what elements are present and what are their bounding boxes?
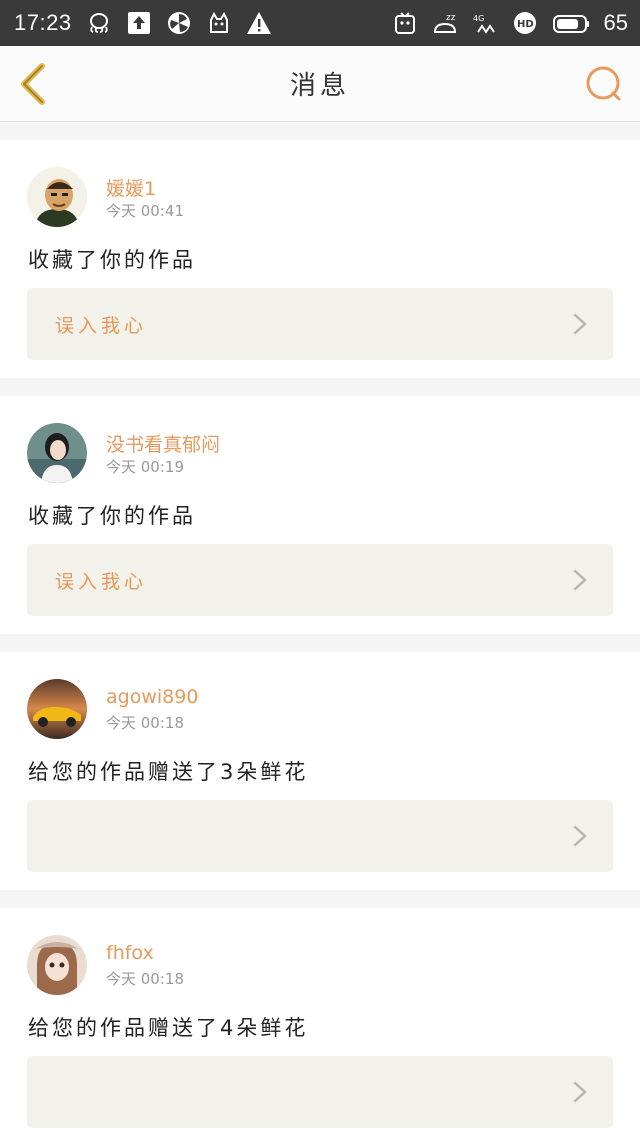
chevron-right-icon: [573, 569, 587, 591]
sleep-icon: zz: [432, 10, 458, 36]
chevron-right-icon: [573, 825, 587, 847]
username[interactable]: 媛媛1: [106, 174, 156, 201]
battery-level: 65: [603, 10, 628, 35]
message-card: fhfox 今天 00:18 给您的作品赠送了4朵鲜花: [0, 908, 640, 1138]
message-action: 给您的作品赠送了3朵鲜花: [28, 760, 309, 784]
status-right: zz 4G HD 65: [392, 10, 628, 36]
work-title: 误入我心: [55, 571, 148, 593]
timestamp: 今天 00:18: [106, 714, 184, 732]
username[interactable]: fhfox: [106, 942, 154, 964]
message-card: 没书看真郁闷 今天 00:19 收藏了你的作品 误入我心: [0, 396, 640, 634]
svg-text:zz: zz: [446, 13, 456, 23]
work-link[interactable]: 误入我心: [27, 288, 613, 360]
circle-app-icon: [166, 10, 192, 36]
status-bar: 17:23 zz 4G HD 65: [0, 0, 640, 46]
message-action: 给您的作品赠送了4朵鲜花: [28, 1016, 309, 1040]
svg-text:4G: 4G: [473, 14, 484, 23]
back-button[interactable]: [14, 60, 54, 108]
status-time: 17:23: [14, 10, 72, 35]
warning-icon: [246, 10, 272, 36]
battery-icon: [552, 10, 590, 36]
username[interactable]: agowi890: [106, 686, 198, 708]
svg-text:HD: HD: [517, 19, 534, 30]
message-card: agowi890 今天 00:18 给您的作品赠送了3朵鲜花: [0, 652, 640, 890]
back-chevron-icon: [21, 63, 45, 105]
message-action: 收藏了你的作品: [28, 248, 196, 272]
status-left: 17:23: [14, 10, 272, 36]
doll-avatar[interactable]: [27, 935, 87, 995]
hd-icon: HD: [512, 10, 538, 36]
girl-photo-avatar[interactable]: [27, 423, 87, 483]
message-card: 媛媛1 今天 00:41 收藏了你的作品 误入我心: [0, 140, 640, 378]
work-link[interactable]: 误入我心: [27, 544, 613, 616]
message-list: 媛媛1 今天 00:41 收藏了你的作品 误入我心 没书看真郁闷 今天 00:1…: [0, 140, 640, 1138]
work-link[interactable]: [27, 800, 613, 872]
cat-icon: [206, 10, 232, 36]
nav-bar: 消息: [0, 46, 640, 122]
username[interactable]: 没书看真郁闷: [106, 430, 220, 457]
timestamp: 今天 00:41: [106, 202, 184, 220]
cartoon-man-avatar[interactable]: [27, 167, 87, 227]
upload-icon: [126, 10, 152, 36]
sports-car-avatar[interactable]: [27, 679, 87, 739]
octopus-icon: [86, 10, 112, 36]
chevron-right-icon: [573, 313, 587, 335]
work-title: 误入我心: [55, 315, 148, 337]
search-icon: [586, 66, 621, 101]
search-button[interactable]: [584, 64, 624, 104]
chevron-right-icon: [573, 1081, 587, 1103]
page-title: 消息: [289, 71, 350, 101]
timestamp: 今天 00:18: [106, 970, 184, 988]
message-action: 收藏了你的作品: [28, 504, 196, 528]
work-link[interactable]: [27, 1056, 613, 1128]
timestamp: 今天 00:19: [106, 458, 184, 476]
notification-app-icon: [392, 10, 418, 36]
network-4g-icon: 4G: [472, 10, 498, 36]
